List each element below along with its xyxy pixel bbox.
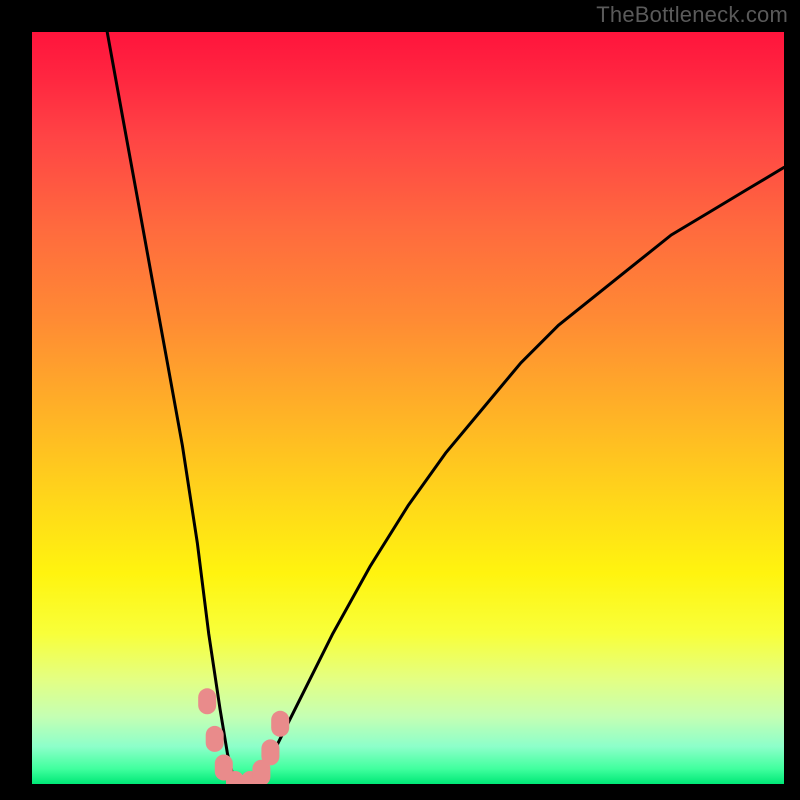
curve-marker: [271, 711, 289, 737]
curve-marker: [198, 688, 216, 714]
watermark-text: TheBottleneck.com: [596, 2, 788, 28]
bottleneck-curve: [107, 32, 784, 784]
curve-marker: [261, 739, 279, 765]
chart-frame: TheBottleneck.com: [0, 0, 800, 800]
curve-layer: [32, 32, 784, 784]
curve-marker: [206, 726, 224, 752]
plot-area: [32, 32, 784, 784]
marker-group: [198, 688, 289, 784]
